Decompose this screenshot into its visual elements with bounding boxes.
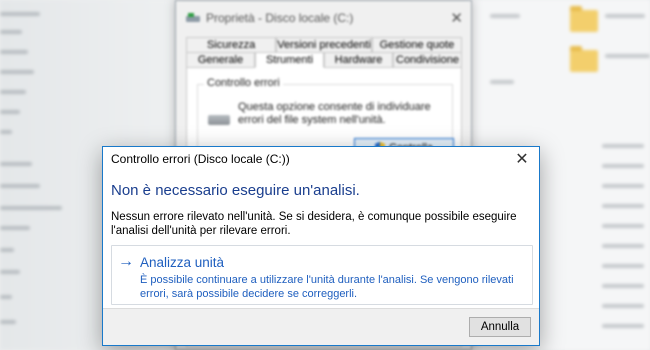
tabs-row-top: Sicurezza Versioni precedenti Gestione q… [186,37,462,53]
arrow-right-icon: → [118,253,134,270]
group-title: Controllo errori [204,77,283,89]
group-description: Questa opzione consente di individuare e… [238,101,431,126]
tab-strumenti[interactable]: Strumenti [255,52,324,68]
dialog-footer: Annulla [103,308,539,345]
tab-hardware[interactable]: Hardware [324,52,393,68]
tabs-row-bottom: Generale Strumenti Hardware Condivisione [186,52,462,68]
tab-versioni-precedenti[interactable]: Versioni precedenti [276,37,372,53]
properties-title: Proprietà - Disco locale (C:) [206,11,354,25]
close-icon[interactable]: ✕ [450,9,463,27]
tab-sicurezza[interactable]: Sicurezza [186,37,277,53]
command-link-title: Analizza unità [140,255,225,270]
tab-generale[interactable]: Generale [186,52,255,68]
command-link-description: È possibile continuare a utilizzare l'un… [140,274,514,300]
tab-condivisione[interactable]: Condivisione [393,52,462,68]
dialog-title: Controllo errori (Disco locale (C:)) [111,152,290,166]
dialog-titlebar: Controllo errori (Disco locale (C:)) ✕ [103,147,539,171]
dialog-heading: Non è necessario eseguire un'analisi. [111,182,360,199]
properties-titlebar: Proprietà - Disco locale (C:) ✕ [176,7,471,29]
cancel-button[interactable]: Annulla [469,317,531,337]
hard-drive-icon [208,115,230,125]
close-icon[interactable]: ✕ [505,147,539,171]
dialog-message: Nessun errore rilevato nell'unità. Se si… [111,211,517,237]
error-check-dialog: Controllo errori (Disco locale (C:)) ✕ N… [102,146,540,346]
tab-gestione-quote[interactable]: Gestione quote [371,37,462,53]
scan-drive-command-link[interactable]: → Analizza unità È possibile continuare … [111,245,533,305]
drive-icon [186,13,200,23]
